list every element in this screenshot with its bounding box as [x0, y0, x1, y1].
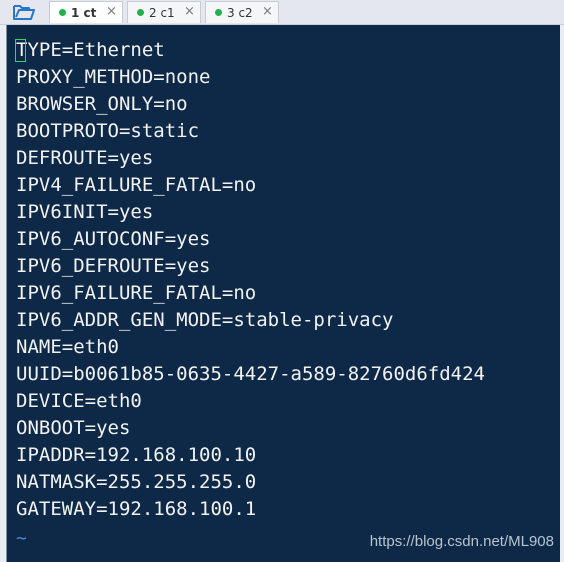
- terminal-line: TYPE=Ethernet: [16, 39, 165, 61]
- terminal-app-window: 1 ct × 2 c1 × 3 c2 × TYPE=Ethernet PROXY_…: [0, 0, 564, 562]
- tab-label: 2 c1: [149, 5, 175, 20]
- terminal-line: IPV4_FAILURE_FATAL=no: [16, 174, 257, 196]
- terminal-line: IPV6_AUTOCONF=yes: [16, 228, 211, 250]
- terminal-line: IPV6_FAILURE_FATAL=no: [16, 282, 257, 304]
- watermark: https://blog.csdn.net/ML908: [369, 533, 554, 550]
- terminal-line: DEVICE=eth0: [16, 390, 142, 412]
- terminal-line: IPV6_DEFROUTE=yes: [16, 255, 211, 277]
- terminal-line: PROXY_METHOD=none: [16, 66, 211, 88]
- connected-status-dot: [215, 9, 222, 16]
- terminal-line: UUID=b0061b85-0635-4427-a589-82760d6fd42…: [16, 363, 485, 385]
- tab-label: 1 ct: [71, 5, 97, 20]
- tab-bar: 1 ct × 2 c1 × 3 c2 ×: [0, 0, 564, 25]
- tab-2-c1[interactable]: 2 c1 ×: [127, 1, 201, 23]
- terminal-line: GATEWAY=192.168.100.1: [16, 498, 257, 520]
- terminal-text: TYPE=Ethernet PROXY_METHOD=none BROWSER_ON…: [16, 37, 485, 523]
- terminal-line: IPV6_ADDR_GEN_MODE=stable-privacy: [16, 309, 394, 331]
- tab-3-c2[interactable]: 3 c2 ×: [205, 1, 279, 23]
- terminal-line: BROWSER_ONLY=no: [16, 93, 188, 115]
- tab-label: 3 c2: [227, 5, 253, 20]
- terminal-line: ONBOOT=yes: [16, 417, 131, 439]
- terminal-line: IPV6INIT=yes: [16, 201, 154, 223]
- terminal-line: BOOTPROTO=static: [16, 120, 200, 142]
- close-tab-icon[interactable]: ×: [262, 5, 273, 18]
- terminal-screen[interactable]: TYPE=Ethernet PROXY_METHOD=none BROWSER_ON…: [6, 25, 560, 562]
- text-cursor: [15, 39, 26, 62]
- connected-status-dot: [137, 9, 144, 16]
- terminal-line: NAME=eth0: [16, 336, 119, 358]
- open-folder-icon: [13, 5, 35, 20]
- empty-line-marker: ~: [16, 528, 27, 549]
- close-tab-icon[interactable]: ×: [106, 5, 117, 18]
- open-session-button[interactable]: [2, 0, 46, 24]
- tab-1-ct[interactable]: 1 ct ×: [49, 1, 123, 23]
- terminal-line: DEFROUTE=yes: [16, 147, 154, 169]
- terminal-line: IPADDR=192.168.100.10: [16, 444, 257, 466]
- connected-status-dot: [59, 9, 66, 16]
- close-tab-icon[interactable]: ×: [184, 5, 195, 18]
- terminal-line: NATMASK=255.255.255.0: [16, 471, 257, 493]
